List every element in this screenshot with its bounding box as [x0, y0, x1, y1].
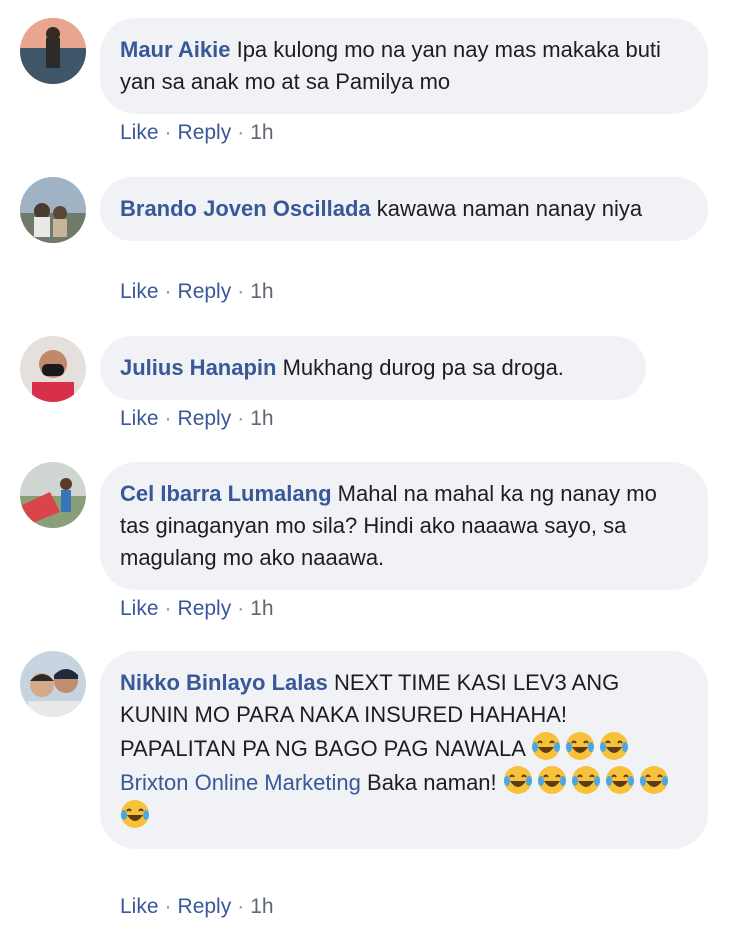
- laughing-tears-emoji-icon: [503, 765, 533, 795]
- timestamp[interactable]: 1h: [250, 597, 273, 620]
- comment-actions: Like · Reply · 1h: [120, 895, 274, 918]
- reply-link[interactable]: Reply: [178, 121, 232, 144]
- laughing-tears-emoji-icon: [599, 731, 629, 761]
- avatar[interactable]: [20, 177, 86, 243]
- laughing-tears-emoji-icon: [537, 765, 567, 795]
- comment-author[interactable]: Nikko Binlayo Lalas: [120, 670, 328, 695]
- laughing-tears-emoji-icon: [605, 765, 635, 795]
- like-link[interactable]: Like: [120, 407, 159, 430]
- comment-actions: Like · Reply · 1h: [120, 280, 274, 303]
- comment-author[interactable]: Cel Ibarra Lumalang: [120, 481, 332, 506]
- comment-author[interactable]: Maur Aikie: [120, 37, 230, 62]
- reply-link[interactable]: Reply: [178, 280, 232, 303]
- comment-text: Mukhang durog pa sa droga.: [282, 355, 564, 380]
- comment-bubble: Cel Ibarra Lumalang Mahal na mahal ka ng…: [100, 462, 708, 590]
- comment-bubble: Julius Hanapin Mukhang durog pa sa droga…: [100, 336, 646, 400]
- comment-bubble: Maur Aikie Ipa kulong mo na yan nay mas …: [100, 18, 708, 114]
- timestamp[interactable]: 1h: [250, 895, 273, 918]
- comment-bubble: Nikko Binlayo Lalas NEXT TIME KASI LEV3 …: [100, 651, 708, 849]
- nested-reply: Brixton Online Marketing Baka naman!: [120, 765, 684, 833]
- avatar[interactable]: [20, 18, 86, 84]
- reply-link[interactable]: Reply: [178, 597, 232, 620]
- reply-link[interactable]: Reply: [178, 407, 232, 430]
- like-link[interactable]: Like: [120, 280, 159, 303]
- comment-author[interactable]: Brando Joven Oscillada: [120, 196, 371, 221]
- avatar[interactable]: [20, 336, 86, 402]
- like-link[interactable]: Like: [120, 895, 159, 918]
- avatar[interactable]: [20, 462, 86, 528]
- laughing-tears-emoji-icon: [565, 731, 595, 761]
- reply-link[interactable]: Reply: [178, 895, 232, 918]
- comment-actions: Like · Reply · 1h: [120, 597, 274, 620]
- timestamp[interactable]: 1h: [250, 121, 273, 144]
- comment-author[interactable]: Julius Hanapin: [120, 355, 276, 380]
- comment-actions: Like · Reply · 1h: [120, 121, 274, 144]
- avatar[interactable]: [20, 651, 86, 717]
- laughing-tears-emoji-icon: [531, 731, 561, 761]
- like-link[interactable]: Like: [120, 597, 159, 620]
- reply-text: Baka naman!: [367, 770, 497, 795]
- laughing-tears-emoji-icon: [639, 765, 669, 795]
- reply-author[interactable]: Brixton Online Marketing: [120, 770, 361, 795]
- comment-text: kawawa naman nanay niya: [376, 196, 643, 221]
- timestamp[interactable]: 1h: [250, 280, 273, 303]
- comment-bubble: Brando Joven Oscillada kawawa naman nana…: [100, 177, 708, 241]
- laughing-tears-emoji-icon: [120, 799, 150, 829]
- like-link[interactable]: Like: [120, 121, 159, 144]
- laughing-tears-emoji-icon: [571, 765, 601, 795]
- timestamp[interactable]: 1h: [250, 407, 273, 430]
- comment-actions: Like · Reply · 1h: [120, 407, 274, 430]
